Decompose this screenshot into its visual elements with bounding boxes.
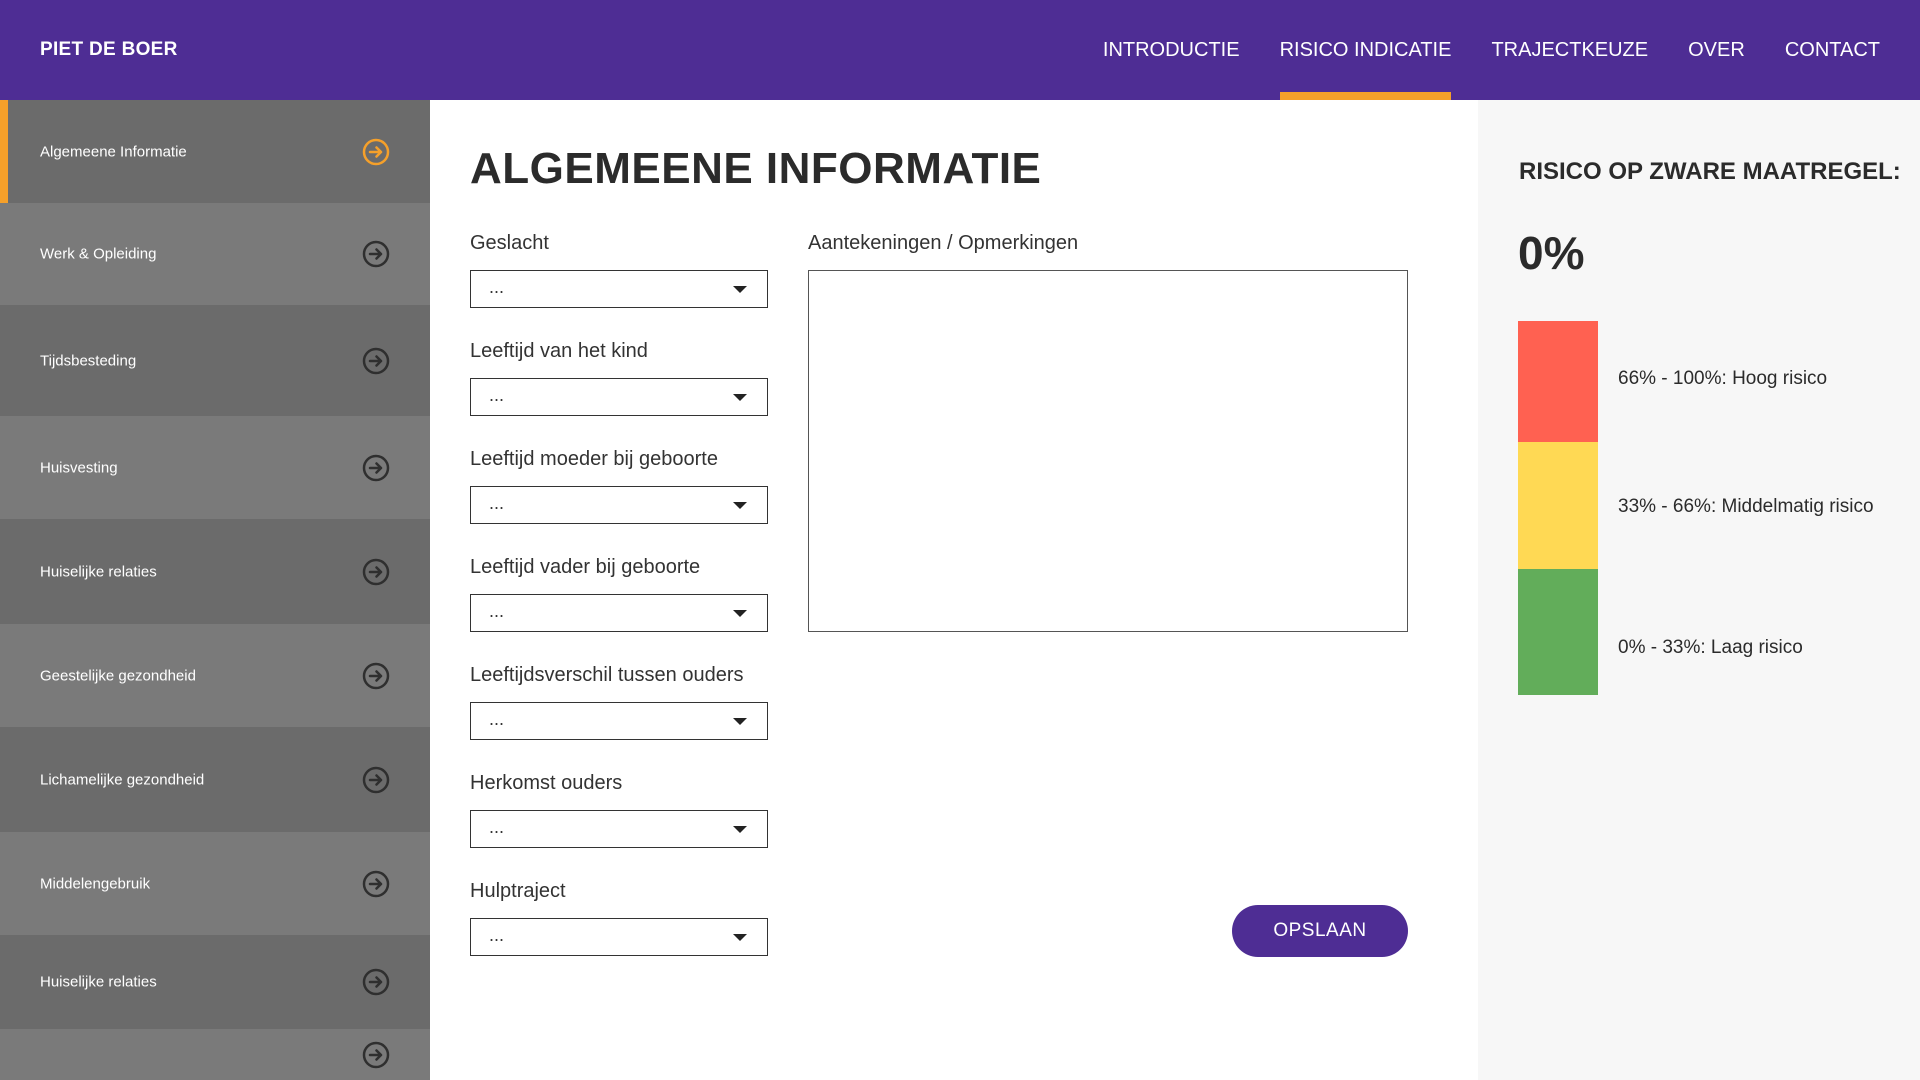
select-value: ... bbox=[489, 817, 505, 837]
legend-swatch-medium bbox=[1518, 442, 1598, 569]
notes-textarea[interactable] bbox=[808, 270, 1408, 632]
sidebar-item-label: Algemeene Informatie bbox=[40, 143, 187, 160]
risk-percentage: 0% bbox=[1518, 227, 1585, 279]
select-value: ... bbox=[489, 601, 505, 621]
leeftijd-vader-select[interactable]: ... bbox=[470, 594, 768, 632]
sidebar-item-label: Huiselijke relaties bbox=[40, 563, 157, 580]
caret-down-icon bbox=[733, 502, 747, 509]
sidebar-item-middelengebruik[interactable]: Middelengebruik bbox=[0, 832, 430, 935]
arrow-right-circle-icon bbox=[362, 138, 390, 166]
nav-contact[interactable]: CONTACT bbox=[1785, 0, 1880, 100]
select-value: ... bbox=[489, 385, 505, 405]
nav-over[interactable]: OVER bbox=[1688, 0, 1745, 100]
leeftijd-kind-select[interactable]: ... bbox=[470, 378, 768, 416]
page-title: ALGEMEENE INFORMATIE bbox=[470, 144, 1042, 193]
nav-introductie[interactable]: INTRODUCTIE bbox=[1103, 0, 1240, 100]
leeftijd-moeder-select[interactable]: ... bbox=[470, 486, 768, 524]
main-nav: INTRODUCTIE RISICO INDICATIE TRAJECTKEUZ… bbox=[1063, 0, 1880, 100]
sidebar-item-label: Tijdsbesteding bbox=[40, 352, 137, 369]
sidebar-item-label: Huiselijke relaties bbox=[40, 973, 157, 991]
sidebar-item-huisvesting[interactable]: Huisvesting bbox=[0, 416, 430, 519]
arrow-right-circle-icon bbox=[362, 1041, 390, 1069]
brand-name[interactable]: PIET DE BOER bbox=[40, 0, 178, 100]
sidebar-item-label: Werk & Opleiding bbox=[40, 245, 157, 263]
sidebar-menu: Algemeene Informatie Werk & Opleiding Tijd… bbox=[0, 100, 430, 1080]
nav-trajectkeuze[interactable]: TRAJECTKEUZE bbox=[1491, 0, 1648, 100]
field-label-leeftijd-moeder: Leeftijd moeder bij geboorte bbox=[470, 448, 718, 470]
arrow-right-circle-icon bbox=[362, 870, 390, 898]
save-button[interactable]: OPSLAAN bbox=[1232, 905, 1408, 957]
select-value: ... bbox=[489, 277, 505, 297]
sidebar-item-label: Middelengebruik bbox=[40, 875, 151, 892]
main-content: ALGEMEENE INFORMATIE Geslacht ... Leefti… bbox=[430, 100, 1478, 1080]
arrow-right-circle-icon bbox=[362, 766, 390, 794]
sidebar-item-geestelijke-gezondheid[interactable]: Geestelijke gezondheid bbox=[0, 624, 430, 727]
sidebar-item-label: Lichamelijke gezondheid bbox=[40, 771, 205, 788]
arrow-right-circle-icon bbox=[362, 454, 390, 482]
arrow-right-circle-icon bbox=[362, 347, 390, 375]
legend-swatch-low bbox=[1518, 569, 1598, 695]
caret-down-icon bbox=[733, 934, 747, 941]
leeftijdsverschil-select[interactable]: ... bbox=[470, 702, 768, 740]
select-value: ... bbox=[489, 709, 505, 729]
field-label-hulptraject: Hulptraject bbox=[470, 880, 566, 902]
legend-label-medium: 33% - 66%: Middelmatig risico bbox=[1618, 496, 1874, 517]
sidebar-item-werk-opleiding[interactable]: Werk & Opleiding bbox=[0, 203, 430, 305]
sidebar-item-tijdsbesteding[interactable]: Tijdsbesteding bbox=[0, 305, 430, 416]
caret-down-icon bbox=[733, 826, 747, 833]
select-value: ... bbox=[489, 925, 505, 945]
arrow-right-circle-icon bbox=[362, 662, 390, 690]
hulptraject-select[interactable]: ... bbox=[470, 918, 768, 956]
caret-down-icon bbox=[733, 394, 747, 401]
sidebar-item-more[interactable] bbox=[0, 1029, 430, 1080]
arrow-right-circle-icon bbox=[362, 240, 390, 268]
arrow-right-circle-icon bbox=[362, 968, 390, 996]
risk-panel: RISICO OP ZWARE MAATREGEL: 0% 66% - 100%… bbox=[1478, 100, 1920, 1080]
field-label-leeftijd-vader: Leeftijd vader bij geboorte bbox=[470, 556, 701, 578]
field-label-herkomst: Herkomst ouders bbox=[470, 772, 623, 794]
legend-label-low: 0% - 33%: Laag risico bbox=[1618, 637, 1803, 658]
sidebar-item-huiselijke-relaties[interactable]: Huiselijke relaties bbox=[0, 935, 430, 1029]
field-label-leeftijd-kind: Leeftijd van het kind bbox=[470, 340, 648, 362]
sidebar-item-huiselijke-relaties[interactable]: Huiselijke relaties bbox=[0, 519, 430, 624]
nav-risico-indicatie[interactable]: RISICO INDICATIE bbox=[1279, 0, 1451, 100]
sidebar-item-algemeene-informatie[interactable]: Algemeene Informatie bbox=[0, 100, 430, 203]
sidebar-item-label: Huisvesting bbox=[40, 459, 118, 476]
geslacht-select[interactable]: ... bbox=[470, 270, 768, 308]
arrow-right-circle-icon bbox=[362, 558, 390, 586]
sidebar-item-label: Geestelijke gezondheid bbox=[40, 667, 196, 684]
legend-label-high: 66% - 100%: Hoog risico bbox=[1618, 368, 1828, 389]
herkomst-ouders-select[interactable]: ... bbox=[470, 810, 768, 848]
sidebar-item-lichamelijke-gezondheid[interactable]: Lichamelijke gezondheid bbox=[0, 727, 430, 832]
caret-down-icon bbox=[733, 610, 747, 617]
legend-swatch-high bbox=[1518, 321, 1598, 442]
field-label-leeftijdsverschil: Leeftijdsverschil tussen ouders bbox=[470, 664, 744, 686]
top-navigation-bar: PIET DE BOER INTRODUCTIE RISICO INDICATI… bbox=[0, 0, 1920, 100]
field-label-geslacht: Geslacht bbox=[470, 232, 549, 254]
notes-label: Aantekeningen / Opmerkingen bbox=[808, 232, 1079, 254]
risk-panel-title: RISICO OP ZWARE MAATREGEL: bbox=[1519, 158, 1901, 185]
caret-down-icon bbox=[733, 286, 747, 293]
caret-down-icon bbox=[733, 718, 747, 725]
select-value: ... bbox=[489, 493, 505, 513]
